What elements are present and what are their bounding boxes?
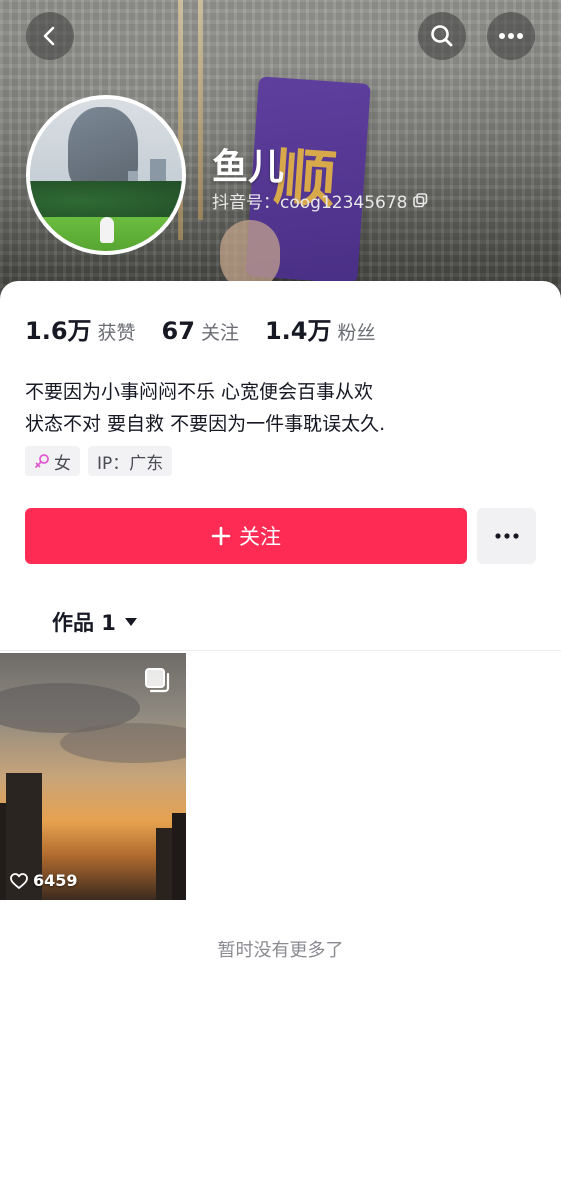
profile-more-button[interactable] bbox=[477, 508, 536, 564]
stat-value: 1.4万 bbox=[264, 317, 332, 345]
more-options-button[interactable] bbox=[487, 12, 535, 60]
profile-tags: 女 IP：广东 bbox=[25, 446, 173, 476]
heart-icon bbox=[10, 872, 28, 889]
search-button[interactable] bbox=[418, 12, 466, 60]
stat-likes[interactable]: 1.6万 获赞 bbox=[25, 311, 136, 346]
work-likes-count: 6459 bbox=[33, 871, 78, 890]
bio-line: 不要因为小事闷闷不乐 心宽便会百事从欢 bbox=[25, 381, 374, 403]
plus-icon bbox=[211, 526, 231, 546]
profile-sheet: 1.6万 获赞 67 关注 1.4万 粉丝 不要因为小事闷闷不乐 心宽便会百事从… bbox=[0, 281, 561, 1200]
stat-label: 关注 bbox=[200, 322, 239, 344]
gender-label: 女 bbox=[54, 453, 71, 474]
cover-hand bbox=[220, 220, 280, 290]
more-dots-icon bbox=[499, 33, 523, 39]
tab-works[interactable]: 作品 1 bbox=[52, 607, 138, 637]
back-button[interactable] bbox=[26, 12, 74, 60]
ip-location-label: IP：广东 bbox=[97, 453, 164, 474]
female-icon bbox=[35, 454, 49, 468]
stats-row: 1.6万 获赞 67 关注 1.4万 粉丝 bbox=[25, 311, 401, 346]
stat-value: 67 bbox=[161, 317, 195, 345]
back-chevron-icon bbox=[43, 26, 55, 46]
more-dots-icon bbox=[494, 533, 519, 539]
no-more-hint: 暂时没有更多了 bbox=[217, 940, 344, 961]
incense-stick bbox=[198, 0, 203, 220]
stat-label: 粉丝 bbox=[337, 322, 376, 344]
gender-tag: 女 bbox=[25, 446, 80, 476]
follow-button[interactable]: 关注 bbox=[25, 508, 467, 564]
douyin-id-row[interactable]: 抖音号：coog12345678 bbox=[212, 188, 428, 213]
multi-image-icon bbox=[145, 668, 170, 693]
copy-icon[interactable] bbox=[413, 193, 428, 208]
follow-label: 关注 bbox=[239, 525, 281, 549]
caret-down-icon bbox=[124, 618, 137, 626]
stat-followers[interactable]: 1.4万 粉丝 bbox=[265, 311, 376, 346]
stat-value: 1.6万 bbox=[25, 317, 92, 345]
bio: 不要因为小事闷闷不乐 心宽便会百事从欢 状态不对 要自救 不要因为一件事耽误太久… bbox=[25, 376, 385, 440]
stat-label: 获赞 bbox=[97, 322, 136, 344]
tab-works-label: 作品 1 bbox=[52, 611, 116, 635]
avatar[interactable] bbox=[26, 95, 186, 255]
work-likes: 6459 bbox=[10, 871, 78, 890]
douyin-id: 抖音号：coog12345678 bbox=[212, 193, 408, 213]
stat-following[interactable]: 67 关注 bbox=[162, 317, 239, 345]
work-thumbnail[interactable]: 6459 bbox=[0, 653, 186, 900]
nickname: 鱼儿 bbox=[212, 147, 285, 188]
search-icon bbox=[431, 25, 453, 47]
bio-line: 状态不对 要自救 不要因为一件事耽误太久. bbox=[25, 413, 386, 435]
divider bbox=[0, 650, 561, 651]
ip-location-tag: IP：广东 bbox=[88, 446, 173, 476]
